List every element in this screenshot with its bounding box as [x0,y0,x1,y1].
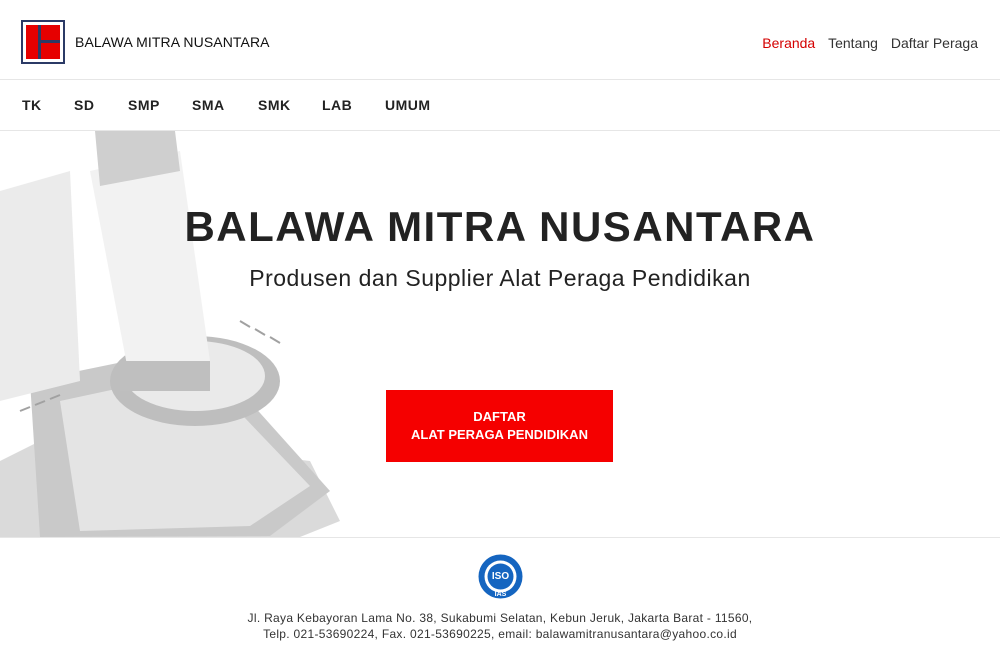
daftar-alat-peraga-button[interactable]: DAFTAR ALAT PERAGA PENDIDIKAN [386,390,613,462]
category-smk[interactable]: SMK [258,97,291,113]
footer: ISO IAS Jl. Raya Kebayoran Lama No. 38, … [0,538,1000,661]
address-line-1: Jl. Raya Kebayoran Lama No. 38, Sukabumi… [247,611,753,625]
address-line-2: Telp. 021-53690224, Fax. 021-53690225, e… [263,627,737,641]
cta-line-1: DAFTAR [473,409,526,424]
main-nav: Beranda Tentang Daftar Peraga [753,35,978,51]
company-logo[interactable] [21,20,65,64]
hero-title: BALAWA MITRA NUSANTARA [184,203,816,250]
category-sma[interactable]: SMA [192,97,225,113]
nav-daftar-peraga[interactable]: Daftar Peraga [891,35,978,51]
iso-badge-text: ISO [492,571,509,582]
top-header: BALAWA MITRA NUSANTARA Beranda Tentang D… [0,0,1000,80]
category-smp[interactable]: SMP [128,97,160,113]
category-lab[interactable]: LAB [322,97,352,113]
hero-section: BALAWA MITRA NUSANTARA Produsen dan Supp… [0,131,1000,538]
category-sd[interactable]: SD [74,97,94,113]
hero-subtitle: Produsen dan Supplier Alat Peraga Pendid… [249,265,751,291]
brand-name[interactable]: BALAWA MITRA NUSANTARA [75,34,270,50]
iso-certification-badge: ISO IAS [478,554,523,599]
nav-beranda[interactable]: Beranda [762,35,815,51]
category-umum[interactable]: UMUM [385,97,431,113]
cta-line-2: ALAT PERAGA PENDIDIKAN [411,427,588,442]
microscope-background-image [0,131,1000,537]
category-bar: TK SD SMP SMA SMK LAB UMUM [0,80,1000,131]
company-address: Jl. Raya Kebayoran Lama No. 38, Sukabumi… [0,610,1000,642]
nav-tentang[interactable]: Tentang [828,35,878,51]
category-tk[interactable]: TK [22,97,42,113]
ias-badge-text: IAS [495,591,507,598]
